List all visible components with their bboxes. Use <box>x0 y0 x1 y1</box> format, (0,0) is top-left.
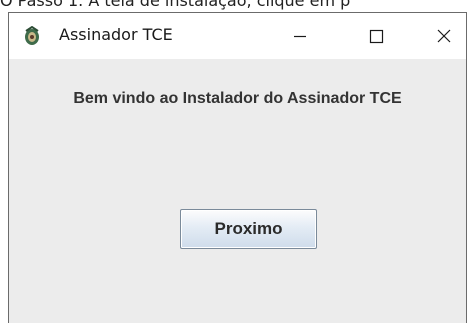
title-bar[interactable]: Assinador TCE <box>9 13 466 59</box>
close-icon <box>437 29 451 43</box>
minimize-icon <box>294 35 306 38</box>
installer-window: Assinador TCE Bem vindo ao Instalador do… <box>8 12 467 323</box>
tce-app-icon <box>25 26 39 45</box>
welcome-heading: Bem vindo ao Instalador do Assinador TCE <box>73 90 402 107</box>
maximize-button[interactable] <box>353 13 399 59</box>
close-button[interactable] <box>421 13 467 59</box>
background-partial-text: O Passo 1. A tela de instalação, clique … <box>0 0 351 10</box>
maximize-icon <box>369 29 384 44</box>
next-button[interactable]: Proximo <box>180 209 317 249</box>
minimize-button[interactable] <box>277 13 323 59</box>
window-title: Assinador TCE <box>59 25 173 44</box>
